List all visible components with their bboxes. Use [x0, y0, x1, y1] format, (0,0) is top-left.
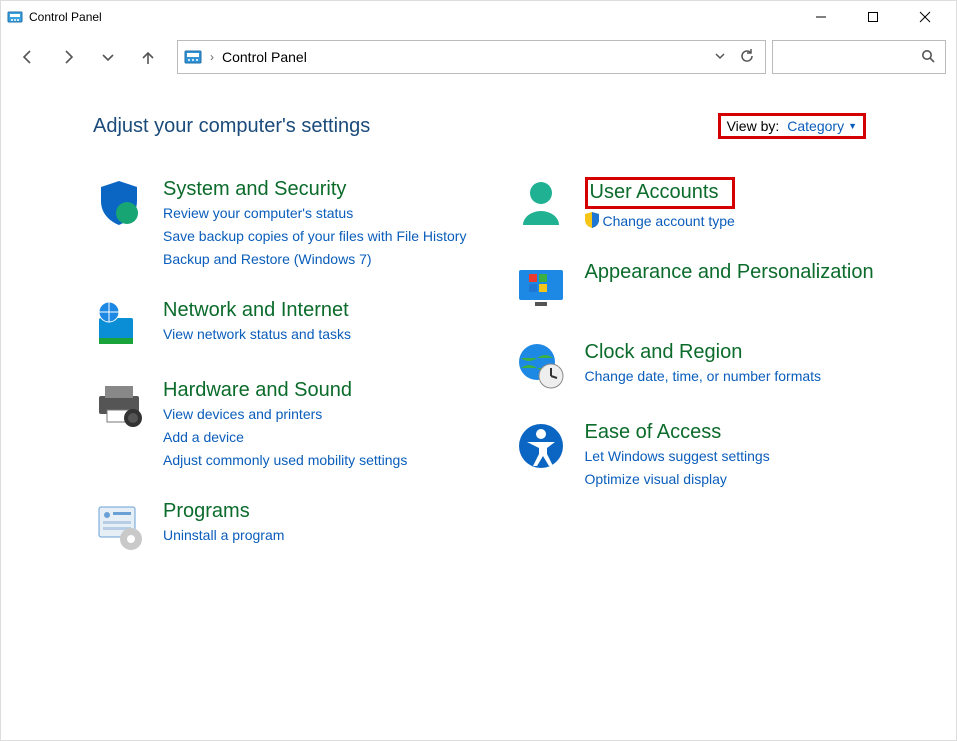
category-programs: Programs Uninstall a program	[93, 499, 475, 551]
link-system-security[interactable]: System and Security	[163, 177, 466, 201]
link-hardware-sound[interactable]: Hardware and Sound	[163, 378, 407, 402]
view-by-label: View by:	[727, 118, 780, 134]
network-icon	[93, 298, 145, 350]
address-chevron-icon[interactable]	[713, 49, 727, 66]
view-by-selector[interactable]: View by: Category ▼	[718, 113, 866, 139]
recent-locations-button[interactable]	[91, 40, 125, 74]
forward-button[interactable]	[51, 40, 85, 74]
printer-icon	[93, 378, 145, 430]
titlebar: Control Panel	[1, 1, 956, 33]
link-optimize-visual[interactable]: Optimize visual display	[585, 469, 770, 490]
link-windows-suggest[interactable]: Let Windows suggest settings	[585, 446, 770, 467]
link-network-internet[interactable]: Network and Internet	[163, 298, 351, 322]
content-area: System and Security Review your computer…	[1, 149, 956, 551]
search-box[interactable]	[772, 40, 946, 74]
category-hardware: Hardware and Sound View devices and prin…	[93, 378, 475, 471]
link-clock-region[interactable]: Clock and Region	[585, 340, 822, 364]
page-title: Adjust your computer's settings	[93, 115, 370, 138]
link-devices-printers[interactable]: View devices and printers	[163, 404, 407, 425]
programs-icon	[93, 499, 145, 551]
accessibility-icon	[515, 420, 567, 472]
link-file-history[interactable]: Save backup copies of your files with Fi…	[163, 226, 466, 247]
link-user-accounts[interactable]: User Accounts	[590, 181, 719, 203]
personalization-icon	[515, 260, 567, 312]
right-column: User Accounts Change account type Appear…	[515, 177, 897, 551]
category-appearance: Appearance and Personalization	[515, 260, 897, 312]
chevron-down-icon: ▼	[848, 121, 857, 131]
link-network-status[interactable]: View network status and tasks	[163, 324, 351, 345]
category-ease-of-access: Ease of Access Let Windows suggest setti…	[515, 420, 897, 490]
link-appearance[interactable]: Appearance and Personalization	[585, 260, 874, 284]
navigation-row: › Control Panel	[1, 33, 956, 81]
control-panel-icon	[7, 9, 23, 25]
link-change-date-time[interactable]: Change date, time, or number formats	[585, 366, 822, 387]
category-system-security: System and Security Review your computer…	[93, 177, 475, 270]
window-title: Control Panel	[29, 10, 102, 24]
link-uninstall[interactable]: Uninstall a program	[163, 525, 284, 546]
maximize-button[interactable]	[850, 1, 896, 33]
heading-row: Adjust your computer's settings View by:…	[1, 81, 956, 149]
up-button[interactable]	[131, 40, 165, 74]
refresh-button[interactable]	[739, 48, 755, 67]
highlight-user-accounts: User Accounts	[585, 177, 735, 209]
link-mobility-settings[interactable]: Adjust commonly used mobility settings	[163, 450, 407, 471]
address-bar[interactable]: › Control Panel	[177, 40, 766, 74]
link-backup-restore[interactable]: Backup and Restore (Windows 7)	[163, 249, 466, 270]
search-icon	[921, 49, 935, 66]
link-change-account-type[interactable]: Change account type	[603, 211, 735, 232]
breadcrumb-separator-icon: ›	[210, 50, 214, 64]
back-button[interactable]	[11, 40, 45, 74]
category-clock-region: Clock and Region Change date, time, or n…	[515, 340, 897, 392]
left-column: System and Security Review your computer…	[93, 177, 475, 551]
view-by-value: Category	[787, 118, 844, 134]
close-button[interactable]	[902, 1, 948, 33]
uac-shield-icon	[585, 212, 599, 231]
link-programs[interactable]: Programs	[163, 499, 284, 523]
shield-icon	[93, 177, 145, 229]
category-network: Network and Internet View network status…	[93, 298, 475, 350]
user-icon	[515, 177, 567, 229]
link-ease-of-access[interactable]: Ease of Access	[585, 420, 770, 444]
globe-clock-icon	[515, 340, 567, 392]
link-add-device[interactable]: Add a device	[163, 427, 407, 448]
link-review-status[interactable]: Review your computer's status	[163, 203, 466, 224]
address-icon	[184, 48, 202, 66]
address-location: Control Panel	[222, 49, 705, 65]
category-user-accounts: User Accounts Change account type	[515, 177, 897, 232]
minimize-button[interactable]	[798, 1, 844, 33]
